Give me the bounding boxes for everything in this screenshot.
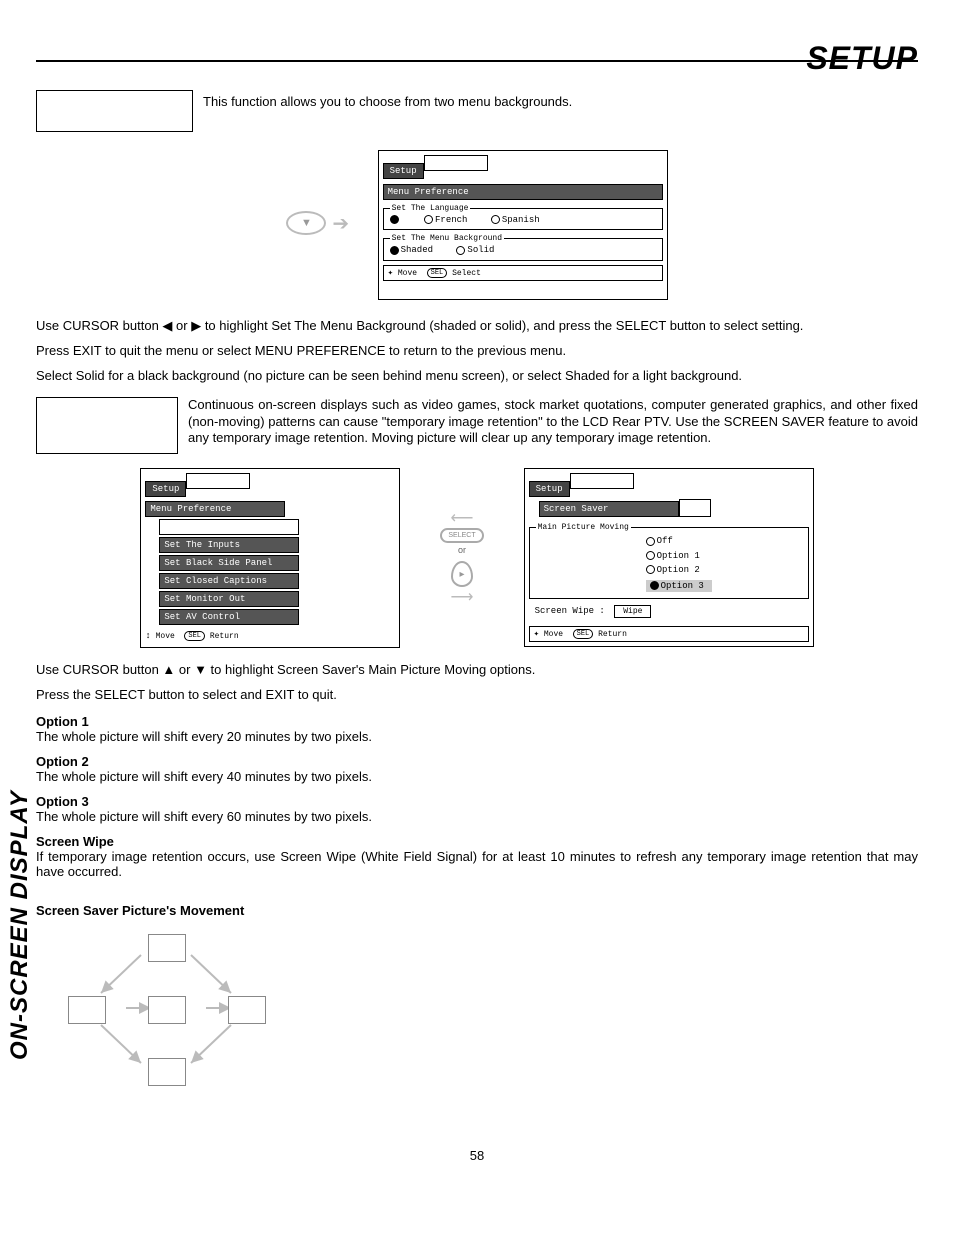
callout-box-1 <box>36 90 193 132</box>
osd-tab: Setup <box>383 163 424 179</box>
diagram-sq-mid <box>148 996 186 1024</box>
opt-1: Option 1 <box>646 551 704 561</box>
diagram-head: Screen Saver Picture's Movement <box>36 903 918 918</box>
para-cursor-ud: Use CURSOR button ▲ or ▼ to highlight Sc… <box>36 662 918 679</box>
side-section-label: ON-SCREEN DISPLAY <box>6 790 34 1060</box>
bg-solid: Solid <box>456 245 494 255</box>
list-item-blank <box>159 519 299 535</box>
arrow-right-grey-icon: ⟶ <box>451 589 474 606</box>
background-legend: Set The Menu Background <box>390 234 504 243</box>
opt1-head: Option 1 <box>36 714 918 729</box>
screen-wipe-row: Screen Wipe : Wipe <box>535 605 809 618</box>
wipe-head: Screen Wipe <box>36 834 918 849</box>
diagram-sq-top <box>148 934 186 962</box>
osd-tab-blank-2 <box>186 473 250 489</box>
wipe-button: Wipe <box>614 605 651 618</box>
sel-key-3: SEL <box>573 629 594 639</box>
mid-controls: ⟵ SELECT or ▸ ⟶ <box>440 508 483 607</box>
sel-key-2: SEL <box>184 631 205 641</box>
page-title: SETUP <box>806 40 918 77</box>
opt2-body: The whole picture will shift every 40 mi… <box>36 769 918 784</box>
main-pic-moving-group: Main Picture Moving Off Option 1 Option … <box>529 523 809 599</box>
page-number: 58 <box>36 1148 918 1163</box>
move-glyph: ✦ <box>388 268 393 278</box>
intro-text-2: Continuous on-screen displays such as vi… <box>188 397 918 448</box>
lang-blank <box>390 215 401 225</box>
opt3-body: The whole picture will shift every 60 mi… <box>36 809 918 824</box>
lang-spanish: Spanish <box>491 215 540 225</box>
arrow-right-icon: ➔ <box>332 211 349 236</box>
osd-tab-blank <box>424 155 488 171</box>
bg-shaded: Shaded <box>390 245 433 255</box>
sub-blank <box>679 499 711 517</box>
osd-tab-right: Setup <box>529 481 570 497</box>
arrow-left-grey-icon: ⟵ <box>451 510 474 527</box>
list-item: Menu Preference <box>145 501 285 517</box>
wipe-body: If temporary image retention occurs, use… <box>36 849 918 879</box>
nav-hint-left: ↕ Move SEL Return <box>145 629 395 643</box>
background-group: Set The Menu Background Shaded Solid <box>383 234 663 260</box>
opt-off: Off <box>646 536 677 546</box>
osd-menu-background: Setup Menu Preference Set The Language F… <box>378 150 668 300</box>
list-item: Set Black Side Panel <box>159 555 299 571</box>
opt2-head: Option 2 <box>36 754 918 769</box>
osd-subtitle: Menu Preference <box>383 184 663 200</box>
para-select-exit: Press the SELECT button to select and EX… <box>36 687 918 704</box>
list-item: Set AV Control <box>159 609 299 625</box>
select-button-icon: SELECT <box>440 528 483 543</box>
osd-tab-left: Setup <box>145 481 186 497</box>
main-pic-legend: Main Picture Moving <box>536 523 631 532</box>
language-group: Set The Language French Spanish <box>383 204 663 230</box>
move-glyph-2: ✦ <box>534 629 539 639</box>
down-arrow-icon: ▼ <box>286 211 326 235</box>
list-item: Set Closed Captions <box>159 573 299 589</box>
diagram-sq-right <box>228 996 266 1024</box>
diagram-sq-left <box>68 996 106 1024</box>
para-solid-shaded: Select Solid for a black background (no … <box>36 368 918 385</box>
nav-hint-right: ✦ Move SEL Return <box>529 626 809 642</box>
header-rule <box>36 60 918 62</box>
lang-french: French <box>424 215 467 225</box>
list-item: Set The Inputs <box>159 537 299 553</box>
osd-setup-list: Setup Menu Preference Set The Inputs Set… <box>140 468 400 648</box>
language-legend: Set The Language <box>390 204 471 213</box>
osd-tab-blank-3 <box>570 473 634 489</box>
or-label: or <box>458 545 466 555</box>
diagram-sq-bottom <box>148 1058 186 1086</box>
opt-3: Option 3 <box>646 580 712 592</box>
osd-screen-saver: Setup Screen Saver Main Picture Moving O… <box>524 468 814 647</box>
sel-key: SEL <box>427 268 448 278</box>
opt1-body: The whole picture will shift every 20 mi… <box>36 729 918 744</box>
updown-glyph: ↕ <box>145 631 150 641</box>
remote-hint-row: ▼ ➔ <box>286 211 349 236</box>
callout-box-2 <box>36 397 178 454</box>
intro-text-1: This function allows you to choose from … <box>203 90 918 111</box>
para-exit: Press EXIT to quit the menu or select ME… <box>36 343 918 360</box>
nav-hint-1: ✦ Move SEL Select <box>383 265 663 281</box>
para-cursor-lr: Use CURSOR button ◀ or ▶ to highlight Se… <box>36 318 918 335</box>
screen-saver-sub: Screen Saver <box>539 501 679 517</box>
movement-diagram <box>36 928 918 1128</box>
opt3-head: Option 3 <box>36 794 918 809</box>
cursor-right-icon: ▸ <box>451 561 473 587</box>
list-item: Set Monitor Out <box>159 591 299 607</box>
opt-2: Option 2 <box>646 565 704 575</box>
